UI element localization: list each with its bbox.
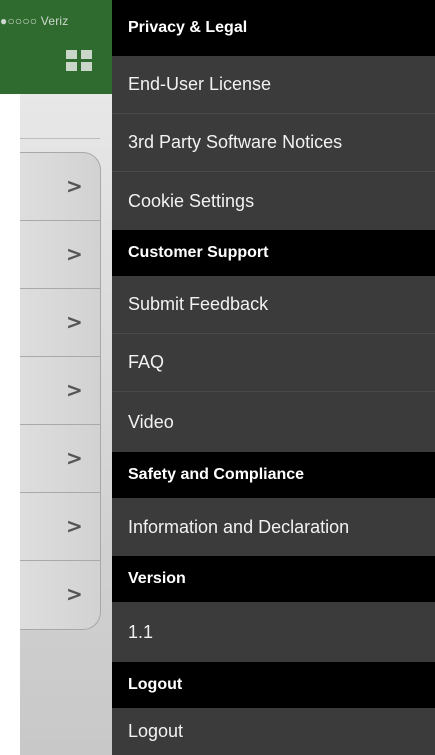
menu-item-label: FAQ: [128, 352, 165, 372]
section-header-label: Customer Support: [128, 244, 269, 261]
grid-icon[interactable]: [66, 50, 94, 72]
menu-item-label: 3rd Party Software Notices: [128, 132, 343, 152]
section-header-label: Privacy & Legal: [128, 19, 248, 36]
section-header-logout: Logout: [112, 662, 435, 708]
chevron-right-icon[interactable]: >: [66, 446, 83, 470]
section-header-label: Version: [128, 570, 186, 587]
chevron-right-icon[interactable]: >: [66, 514, 83, 538]
menu-item-third-party-notices[interactable]: 3rd Party Software Notices: [112, 114, 435, 172]
menu-item-label: Video: [128, 411, 174, 432]
chevron-right-icon[interactable]: >: [66, 174, 83, 198]
menu-item-video[interactable]: Video: [112, 392, 435, 452]
menu-item-label: Submit Feedback: [128, 294, 269, 314]
background-divider: [20, 138, 100, 139]
version-number: 1.1: [128, 621, 154, 642]
menu-item-end-user-license[interactable]: End-User License: [112, 56, 435, 114]
section-header-label: Safety and Compliance: [128, 466, 305, 483]
menu-item-submit-feedback[interactable]: Submit Feedback: [112, 276, 435, 334]
menu-item-information-declaration[interactable]: Information and Declaration: [112, 498, 435, 556]
section-header-version: Version: [112, 556, 435, 602]
background-row-divider: [20, 424, 100, 425]
menu-item-label: End-User License: [128, 74, 272, 94]
menu-item-label: Information and Declaration: [128, 516, 350, 537]
app-header: ●○○○○ Veriz: [0, 0, 112, 94]
background-app: ●○○○○ Veriz > > > > > > >: [0, 0, 112, 755]
menu-item-cookie-settings[interactable]: Cookie Settings: [112, 172, 435, 230]
chevron-right-icon[interactable]: >: [66, 378, 83, 402]
section-header-privacy-legal: Privacy & Legal: [112, 0, 435, 56]
background-row-divider: [20, 288, 100, 289]
background-row-divider: [20, 356, 100, 357]
background-row-divider: [20, 560, 100, 561]
menu-item-logout[interactable]: Logout: [112, 708, 435, 755]
carrier-status: ●○○○○ Veriz: [0, 14, 69, 28]
chevron-right-icon[interactable]: >: [66, 310, 83, 334]
section-header-safety-compliance: Safety and Compliance: [112, 452, 435, 498]
background-row-divider: [20, 220, 100, 221]
menu-item-label: Cookie Settings: [128, 190, 255, 211]
chevron-right-icon[interactable]: >: [66, 582, 83, 606]
menu-item-faq[interactable]: FAQ: [112, 334, 435, 392]
side-drawer-menu: Privacy & Legal End-User License 3rd Par…: [112, 0, 435, 755]
version-value: 1.1: [112, 602, 435, 662]
background-row-divider: [20, 492, 100, 493]
menu-item-label: Logout: [128, 721, 184, 741]
background-left-strip: [0, 0, 20, 755]
chevron-right-icon[interactable]: >: [66, 242, 83, 266]
section-header-customer-support: Customer Support: [112, 230, 435, 276]
section-header-label: Logout: [128, 676, 183, 693]
background-list-card: [20, 152, 101, 630]
